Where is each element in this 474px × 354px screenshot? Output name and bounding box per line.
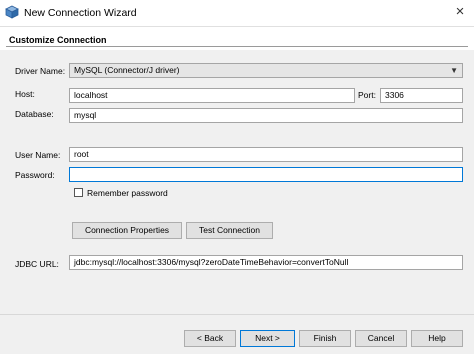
remember-password-checkbox[interactable]	[74, 188, 83, 197]
test-connection-button[interactable]: Test Connection	[186, 222, 273, 239]
password-label: Password:	[15, 170, 55, 180]
chevron-down-icon: ▼	[450, 66, 458, 75]
host-label: Host:	[15, 89, 35, 99]
username-label: User Name:	[15, 150, 61, 160]
step-title: Customize Connection	[9, 35, 107, 45]
driver-name-select[interactable]: MySQL (Connector/J driver) ▼	[69, 63, 463, 78]
header-divider	[6, 46, 468, 47]
host-field[interactable]: localhost	[69, 88, 355, 103]
port-field[interactable]: 3306	[380, 88, 463, 103]
back-button[interactable]: < Back	[184, 330, 236, 347]
finish-button[interactable]: Finish	[299, 330, 351, 347]
remember-password-label: Remember password	[87, 188, 168, 198]
port-label: Port:	[358, 90, 376, 100]
password-field[interactable]	[69, 167, 463, 182]
help-button[interactable]: Help	[411, 330, 463, 347]
wizard-footer: < Back Next > Finish Cancel Help	[0, 314, 474, 354]
window-title: New Connection Wizard	[24, 7, 137, 19]
database-label: Database:	[15, 109, 54, 119]
connection-form: Driver Name: MySQL (Connector/J driver) …	[0, 50, 474, 314]
wizard-step-header: Customize Connection	[0, 27, 474, 49]
connection-properties-button[interactable]: Connection Properties	[72, 222, 182, 239]
driver-name-label: Driver Name:	[15, 66, 66, 76]
database-field[interactable]: mysql	[69, 108, 463, 123]
jdbc-url-label: JDBC URL:	[15, 259, 59, 269]
close-icon[interactable]: ×	[450, 3, 470, 21]
next-button[interactable]: Next >	[240, 330, 295, 347]
driver-name-value: MySQL (Connector/J driver)	[74, 65, 180, 75]
cancel-button[interactable]: Cancel	[355, 330, 407, 347]
jdbc-url-field[interactable]: jdbc:mysql://localhost:3306/mysql?zeroDa…	[69, 255, 463, 270]
netbeans-cube-icon	[5, 5, 19, 19]
title-bar: New Connection Wizard ×	[0, 0, 474, 27]
username-field[interactable]: root	[69, 147, 463, 162]
